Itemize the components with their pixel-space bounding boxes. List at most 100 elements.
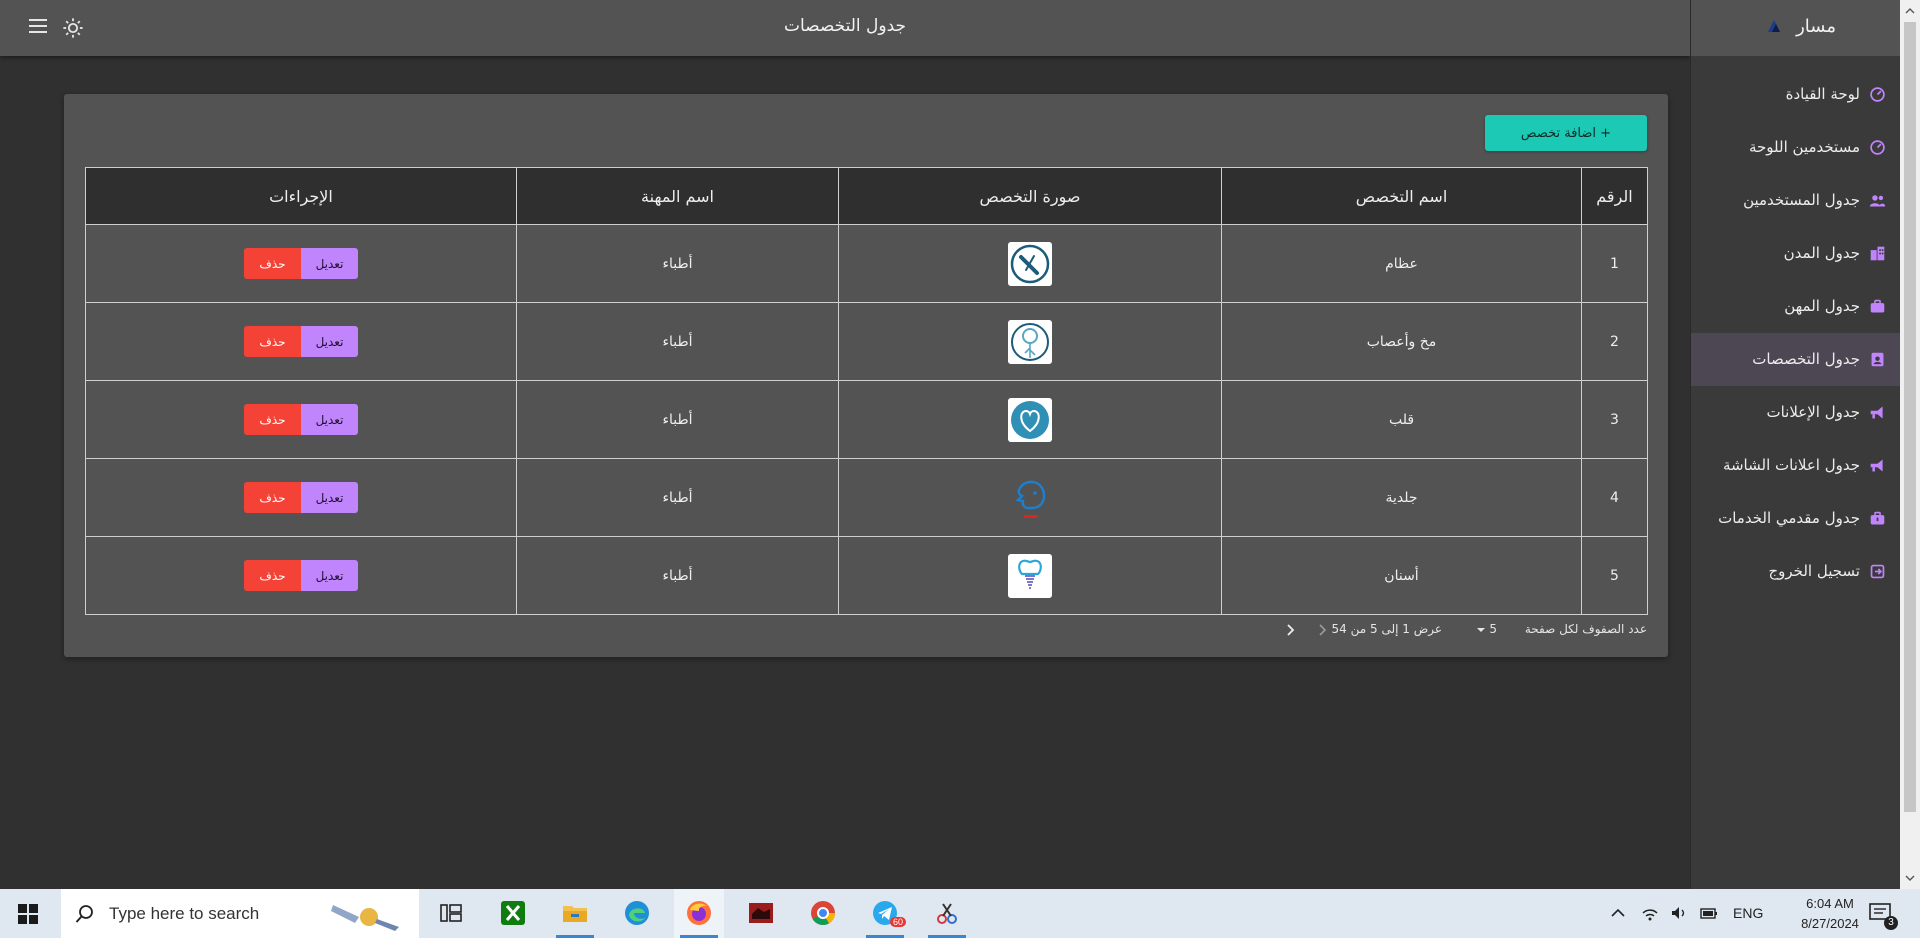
- snipping-tool-icon: [937, 903, 957, 924]
- dropdown-caret-icon: [1476, 627, 1485, 632]
- cell-specialty-image: [838, 302, 1222, 381]
- sidebar-item-specialties[interactable]: جدول التخصصات: [1691, 333, 1900, 386]
- city-building-icon: [1870, 246, 1885, 261]
- brand-name: مسار: [1796, 16, 1836, 37]
- sidebar-item-dashboard[interactable]: لوحة القيادة: [1691, 68, 1900, 121]
- taskbar-app[interactable]: [736, 889, 786, 938]
- scroll-down-arrow-icon[interactable]: [1905, 873, 1915, 883]
- previous-page-chevron-icon[interactable]: [1315, 622, 1329, 638]
- sidebar-item-users[interactable]: جدول المستخدمين: [1691, 174, 1900, 227]
- edit-button[interactable]: تعديل: [301, 326, 358, 357]
- battery-icon[interactable]: [1700, 904, 1718, 922]
- search-icon: [75, 905, 93, 923]
- vertical-scrollbar[interactable]: [1900, 0, 1920, 889]
- input-language-indicator[interactable]: ENG: [1733, 905, 1763, 921]
- sidebar-item-logout[interactable]: تسجيل الخروج: [1691, 545, 1900, 598]
- tooth-implant-icon: [1008, 553, 1052, 598]
- table-pagination: عدد الصفوف لكل صفحة 5 عرض 1 إلى 5 من 54: [85, 622, 1647, 642]
- column-header-profession-name[interactable]: اسم المهنة: [516, 167, 839, 225]
- sidebar-item-professions[interactable]: جدول المهن: [1691, 280, 1900, 333]
- taskbar-search-box[interactable]: Type here to search: [61, 889, 419, 938]
- delete-button[interactable]: حذف: [244, 326, 301, 357]
- cell-number: 5: [1581, 536, 1648, 615]
- sidebar-item-service-providers[interactable]: جدول مقدمي الخدمات: [1691, 492, 1900, 545]
- sidebar-nav: لوحة القيادة مستخدمين اللوحة جدول المستخ…: [1691, 68, 1900, 598]
- row-actions: حذف تعديل: [244, 560, 358, 591]
- show-hidden-icons-chevron-icon[interactable]: [1610, 905, 1626, 921]
- cell-actions: حذف تعديل: [85, 458, 517, 537]
- column-header-specialty-image[interactable]: صورة التخصص: [838, 167, 1222, 225]
- sidebar-item-label: مستخدمين اللوحة: [1748, 138, 1860, 156]
- sidebar-item-label: جدول المدن: [1783, 244, 1860, 262]
- add-specialty-button[interactable]: اضافة تخصص +: [1485, 115, 1647, 151]
- cell-actions: حذف تعديل: [85, 536, 517, 615]
- rows-per-page-select[interactable]: 5: [1476, 622, 1497, 636]
- delete-button[interactable]: حذف: [244, 248, 301, 279]
- taskbar-task-view[interactable]: [426, 889, 476, 938]
- specialties-card: اضافة تخصص + الرقم اسم التخصص صورة التخص…: [64, 94, 1668, 657]
- scroll-up-arrow-icon[interactable]: [1905, 6, 1915, 16]
- notification-count-badge: 3: [1884, 916, 1898, 930]
- sidebar-item-label: جدول الإعلانات: [1766, 403, 1860, 421]
- volume-icon[interactable]: [1670, 904, 1688, 922]
- xbox-icon: [501, 901, 525, 925]
- sidebar-item-label: لوحة القيادة: [1785, 85, 1860, 103]
- cell-number: 2: [1581, 302, 1648, 381]
- edit-button[interactable]: تعديل: [301, 560, 358, 591]
- sidebar-item-label: جدول اعلانات الشاشة: [1722, 456, 1860, 474]
- megaphone-icon: [1870, 459, 1883, 472]
- windows-start-icon[interactable]: [18, 904, 38, 924]
- taskbar-file-explorer[interactable]: [550, 889, 600, 938]
- briefcase-icon: [1870, 299, 1885, 313]
- taskbar-telegram[interactable]: 60: [860, 889, 910, 938]
- scrollbar-thumb[interactable]: [1904, 22, 1916, 812]
- page-title: جدول التخصصات: [783, 16, 907, 36]
- taskbar-snipping-tool[interactable]: [922, 889, 972, 938]
- cell-profession: أطباء: [516, 380, 839, 459]
- delete-button[interactable]: حذف: [244, 560, 301, 591]
- table-header-row: الرقم اسم التخصص صورة التخصص اسم المهنة …: [85, 167, 1648, 225]
- next-page-chevron-icon[interactable]: [1283, 622, 1297, 638]
- taskbar-edge[interactable]: [612, 889, 662, 938]
- sidebar-item-screen-ads[interactable]: جدول اعلانات الشاشة: [1691, 439, 1900, 492]
- column-header-specialty-name[interactable]: اسم التخصص: [1221, 167, 1582, 225]
- cell-profession: أطباء: [516, 224, 839, 303]
- table-row: 5 أسنان أطباء حذف تعديل: [85, 536, 1648, 615]
- sidebar-item-cities[interactable]: جدول المدن: [1691, 227, 1900, 280]
- column-header-number[interactable]: الرقم: [1581, 167, 1648, 225]
- edit-button[interactable]: تعديل: [301, 482, 358, 513]
- cell-actions: حذف تعديل: [85, 380, 517, 459]
- cell-actions: حذف تعديل: [85, 224, 517, 303]
- telegram-badge: 60: [890, 917, 907, 927]
- task-view-icon: [440, 904, 462, 922]
- users-icon: [1869, 195, 1886, 207]
- delete-button[interactable]: حذف: [244, 404, 301, 435]
- taskbar-firefox[interactable]: [674, 889, 724, 938]
- edit-button[interactable]: تعديل: [301, 248, 358, 279]
- notification-center-button[interactable]: 3: [1868, 902, 1898, 930]
- taskbar-clock[interactable]: 6:04 AM 8/27/2024: [1790, 894, 1870, 934]
- taskbar-chrome[interactable]: [798, 889, 848, 938]
- megaphone-icon: [1870, 406, 1883, 419]
- search-highlight-satellite-icon: [331, 905, 399, 931]
- row-actions: حذف تعديل: [244, 404, 358, 435]
- cell-actions: حذف تعديل: [85, 302, 517, 381]
- search-placeholder: Type here to search: [109, 904, 260, 923]
- row-actions: حذف تعديل: [244, 326, 358, 357]
- sidebar-item-panel-users[interactable]: مستخدمين اللوحة: [1691, 121, 1900, 174]
- wifi-icon[interactable]: [1641, 904, 1659, 922]
- cell-specialty-image: [838, 536, 1222, 615]
- sidebar-item-ads[interactable]: جدول الإعلانات: [1691, 386, 1900, 439]
- sidebar-item-label: جدول المستخدمين: [1743, 191, 1860, 209]
- cell-specialty-name: قلب: [1221, 380, 1582, 459]
- heart-icon: [1008, 397, 1052, 442]
- cell-specialty-name: أسنان: [1221, 536, 1582, 615]
- edit-button[interactable]: تعديل: [301, 404, 358, 435]
- windows-taskbar: Type here to search 60 ENG 6:04 AM 8/27/…: [0, 889, 1920, 938]
- delete-button[interactable]: حذف: [244, 482, 301, 513]
- brain-nerves-icon: [1008, 319, 1052, 364]
- app-icon: [749, 903, 773, 923]
- clock-date: 8/27/2024: [1801, 916, 1859, 931]
- taskbar-xbox[interactable]: [488, 889, 538, 938]
- edge-icon: [625, 901, 649, 925]
